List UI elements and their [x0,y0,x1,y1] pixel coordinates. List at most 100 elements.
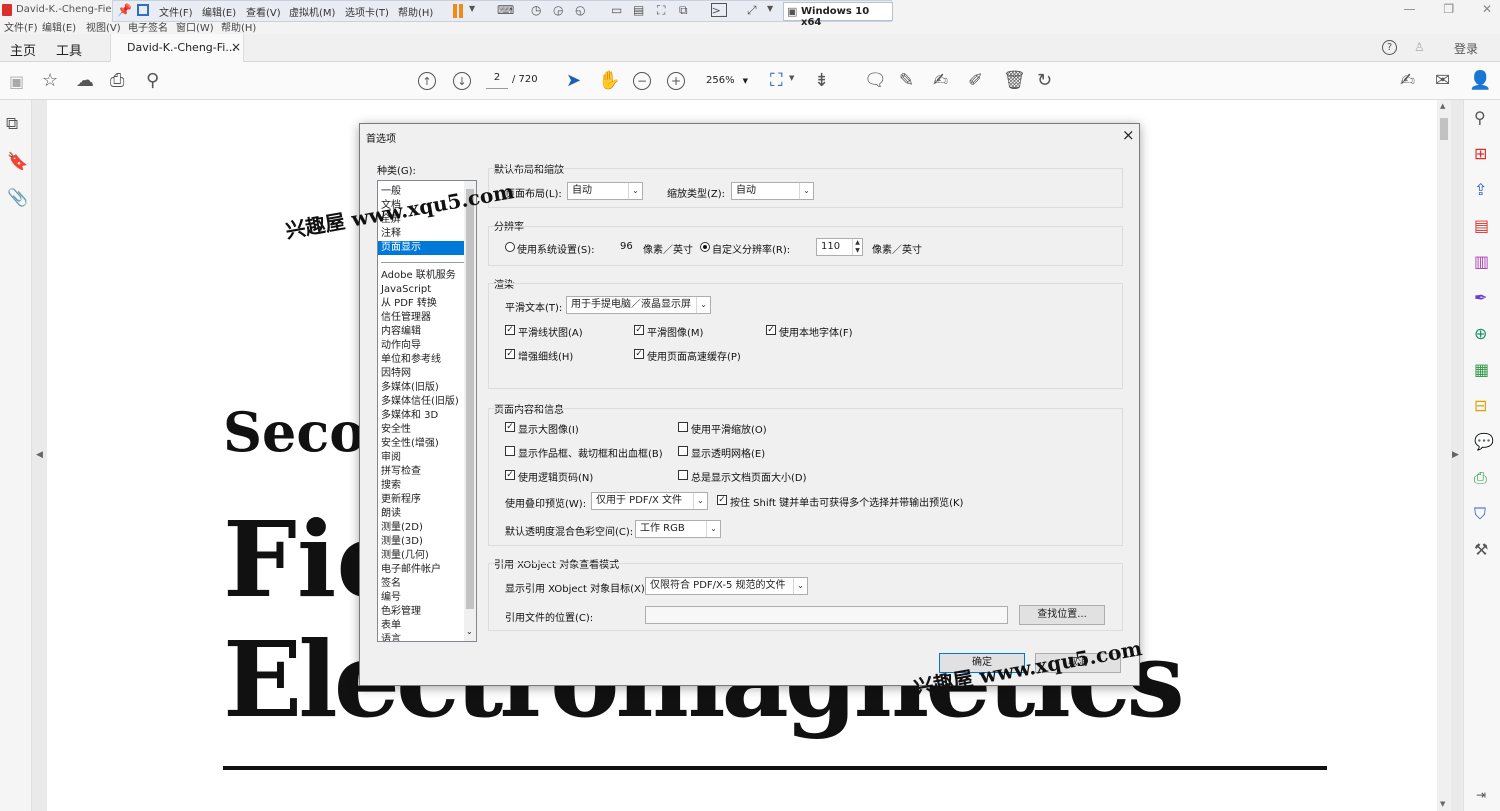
smooth-text-select[interactable]: 用于手提电脑／液晶显示屏 ⌄ [566,296,711,314]
category-item[interactable]: 信任管理器 [378,311,476,325]
tab-home[interactable]: 主页 [10,40,36,59]
smooth-images-checkbox[interactable]: ✓ [634,325,644,335]
combine-icon[interactable]: ⊟ [1474,396,1487,415]
document-scrollbar[interactable]: ▲ ▼ [1437,100,1451,811]
zoom-type-select[interactable]: 自动 ⌄ [731,182,814,200]
snapshot-icon[interactable]: ◷ [531,3,541,17]
edit-pdf-icon[interactable]: ▥ [1474,252,1489,271]
zoom-in-icon[interactable]: + [667,72,685,90]
upload-cloud-icon[interactable]: ☁ [76,70,94,91]
local-fonts-checkbox[interactable]: ✓ [766,325,776,335]
custom-resolution-radio[interactable] [700,242,710,252]
category-item[interactable]: 表单 [378,619,476,633]
protect-icon[interactable]: ⛉ [1474,504,1486,524]
minimize-icon[interactable]: — [1404,2,1416,16]
category-item[interactable]: 更新程序 [378,493,476,507]
category-item[interactable]: JavaScript [378,283,476,297]
category-scroll-down-icon[interactable]: ⌄ [466,627,473,636]
vm-menu-tabs[interactable]: 选项卡(T) [345,4,389,19]
category-item[interactable]: 色彩管理 [378,605,476,619]
vm-menu-view[interactable]: 查看(V) [246,4,281,19]
stretch-icon[interactable]: ⤢ [747,3,757,18]
comment-icon[interactable]: 🗨 [864,70,887,91]
dialog-close-icon[interactable]: × [1122,126,1135,144]
fill-sign-icon[interactable]: ✐ [968,70,983,91]
category-item[interactable]: 审阅 [378,451,476,465]
send-sign-icon[interactable]: ⊕ [1474,324,1487,343]
rotate-icon[interactable]: ↻ [1037,70,1052,91]
share-user-icon[interactable]: 👤 [1469,70,1491,91]
large-images-checkbox[interactable]: ✓ [505,422,515,432]
category-item[interactable]: 注释 [378,227,476,241]
category-item[interactable]: 内容编辑 [378,325,476,339]
create-pdf-icon[interactable]: ⊞ [1474,144,1487,163]
category-item[interactable]: 搜索 [378,479,476,493]
menu-file[interactable]: 文件(F) [4,19,38,34]
print-icon[interactable]: ⎙ [110,70,124,91]
category-item[interactable]: 语言 [378,633,476,641]
smooth-zoom-checkbox[interactable] [678,422,688,432]
ref-file-location-input[interactable] [645,606,1008,624]
close-tab-icon[interactable]: × [231,40,241,54]
zoom-search-icon[interactable]: ⚲ [146,70,159,91]
doc-page-size-checkbox[interactable] [678,470,688,480]
sign-icon[interactable]: ✍ [933,70,948,91]
category-item[interactable]: Adobe 联机服务 [378,269,476,283]
vm-menu-edit[interactable]: 编辑(E) [202,4,236,19]
category-item[interactable]: 拼写检查 [378,465,476,479]
blend-space-select[interactable]: 工作 RGB ⌄ [635,520,721,538]
enhance-thin-lines-checkbox[interactable]: ✓ [505,349,515,359]
print-production-icon[interactable]: ⎙ [1474,468,1487,488]
delete-icon[interactable]: 🗑 [1003,70,1026,91]
revert-snapshot-icon[interactable]: ◶ [553,3,563,17]
category-item[interactable]: 测量(3D) [378,535,476,549]
overprint-select[interactable]: 仅用于 PDF/X 文件 ⌄ [591,492,708,510]
logical-page-checkbox[interactable]: ✓ [505,470,515,480]
scrollbar-thumb[interactable] [1440,118,1448,140]
system-resolution-radio[interactable] [505,242,515,252]
category-item[interactable]: 编号 [378,591,476,605]
stretch-dropdown-icon[interactable]: ▼ [767,4,773,13]
category-item[interactable]: 多媒体信任(旧版) [378,395,476,409]
category-item[interactable]: 安全性(增强) [378,437,476,451]
tab-document[interactable]: David-K.-Cheng-Fi... × [110,34,244,62]
zoom-select[interactable]: 256% ▼ [700,72,750,90]
category-item[interactable]: 测量(几何) [378,549,476,563]
transparency-grid-checkbox[interactable] [678,446,688,456]
view-console-icon[interactable]: ▭ [611,3,622,17]
snapshot-manager-icon[interactable]: ◵ [575,3,585,17]
zoom-out-icon[interactable]: − [633,72,651,90]
category-list[interactable]: 一般 文档 全屏 注释 页面显示 Adobe 联机服务 JavaScript 从… [377,180,477,642]
art-trim-bleed-checkbox[interactable] [505,446,515,456]
bookmark-icon[interactable]: 🔖 [7,152,28,172]
page-cache-checkbox[interactable]: ✓ [634,349,644,359]
category-item-selected[interactable]: 页面显示 [378,241,476,255]
shift-click-checkbox[interactable]: ✓ [717,495,727,505]
fullscreen-icon[interactable]: ⛶ [657,3,665,18]
pause-icon[interactable] [453,4,457,18]
category-item[interactable]: 因特网 [378,367,476,381]
category-item[interactable]: 多媒体和 3D [378,409,476,423]
collapse-left-icon[interactable]: ◀ [36,450,43,460]
save-icon[interactable]: ▣ [9,72,24,91]
fit-dropdown-icon[interactable]: ▼ [789,74,794,82]
page-thumbnails-icon[interactable]: ⧉ [6,114,18,134]
page-number-input[interactable]: 2 [486,72,508,89]
restore-icon[interactable]: ❐ [1443,2,1454,16]
category-scrollbar-thumb[interactable] [466,189,474,609]
scroll-mode-icon[interactable]: ⇟ [814,70,829,91]
category-item[interactable]: 从 PDF 转换 [378,297,476,311]
highlight-pen-icon[interactable]: ✎ [899,70,914,91]
comment-tool-icon[interactable]: 💬 [1474,432,1494,451]
close-window-icon[interactable]: ✕ [1482,2,1492,16]
view-split-icon[interactable]: ▤ [633,3,644,17]
tab-tools[interactable]: 工具 [56,40,82,59]
hand-tool-icon[interactable]: ✋ [598,70,620,91]
unity-icon[interactable]: ⧉ [679,3,688,18]
vm-menu-vm[interactable]: 虚拟机(M) [289,4,335,19]
vm-menu-help[interactable]: 帮助(H) [398,4,433,19]
smooth-lineart-checkbox[interactable]: ✓ [505,325,515,335]
pause-dropdown-icon[interactable]: ▼ [469,4,475,13]
prev-page-icon[interactable]: ↑ [418,72,436,90]
export-pdf-icon[interactable]: ⇪ [1474,180,1487,199]
